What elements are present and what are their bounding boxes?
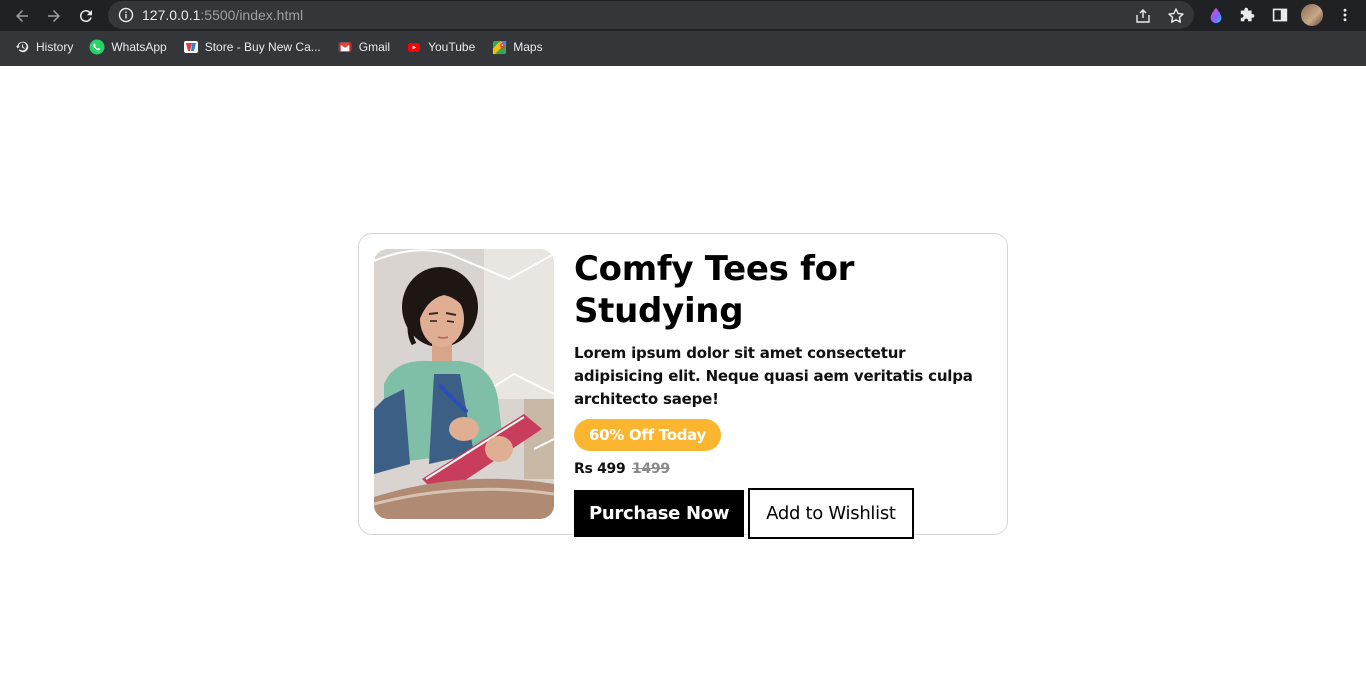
url-host: 127.0.0.1 [142, 7, 201, 23]
puzzle-icon [1240, 7, 1255, 22]
reload-button[interactable] [74, 4, 98, 28]
browser-chrome: 127.0.0.1:5500/index.html History WhatsA… [0, 0, 1366, 66]
bookmark-history[interactable]: History [0, 35, 81, 59]
history-icon [14, 39, 30, 55]
youtube-icon [406, 39, 422, 55]
address-bar[interactable]: 127.0.0.1:5500/index.html [108, 1, 1194, 29]
star-icon[interactable] [1167, 7, 1185, 25]
extension-drop-button[interactable] [1206, 5, 1226, 25]
bookmark-label: YouTube [428, 40, 476, 54]
side-panel-icon [1272, 8, 1288, 22]
browser-toolbar: 127.0.0.1:5500/index.html [0, 0, 1366, 31]
menu-button[interactable] [1335, 5, 1355, 25]
extensions-button[interactable] [1238, 5, 1258, 25]
bookmark-gmail[interactable]: Gmail [329, 35, 398, 59]
studying-woman-illustration [374, 249, 554, 519]
back-button[interactable] [10, 4, 34, 28]
bookmark-youtube[interactable]: YouTube [398, 35, 483, 59]
discount-badge: 60% Off Today [574, 419, 721, 451]
bookmark-label: Gmail [358, 40, 391, 54]
product-details: Comfy Tees for Studying Lorem ipsum dolo… [574, 248, 999, 539]
bookmark-label: Maps [513, 40, 543, 54]
reload-icon [79, 10, 92, 23]
store-icon [183, 39, 199, 55]
side-panel-button[interactable] [1270, 5, 1290, 25]
product-card: Comfy Tees for Studying Lorem ipsum dolo… [358, 233, 1008, 539]
original-price: 1499 [632, 461, 670, 477]
bookmark-whatsapp[interactable]: WhatsApp [81, 35, 174, 59]
share-icon[interactable] [1134, 7, 1152, 25]
product-description: Lorem ipsum dolor sit amet consectetur a… [574, 344, 973, 408]
product-image [374, 249, 554, 519]
url-path: :5500/index.html [200, 7, 304, 23]
bookmark-store[interactable]: Store - Buy New Ca... [175, 35, 329, 59]
current-price: Rs 499 [574, 461, 626, 477]
bookmark-label: Store - Buy New Ca... [204, 40, 321, 54]
add-to-wishlist-button[interactable]: Add to Wishlist [748, 488, 914, 539]
price-row: Rs 499 1499 [574, 461, 999, 477]
color-drop-icon [1210, 7, 1222, 24]
gmail-icon [337, 39, 353, 55]
url-text[interactable]: 127.0.0.1:5500/index.html [142, 7, 303, 23]
maps-icon [491, 39, 507, 55]
bookmark-label: History [36, 40, 74, 54]
product-title: Comfy Tees for Studying [574, 249, 855, 331]
info-icon[interactable] [118, 7, 134, 23]
whatsapp-icon [89, 39, 105, 55]
arrow-right-icon [48, 10, 60, 22]
arrow-left-icon [16, 10, 28, 22]
bookmarks-bar: History WhatsApp Store - Buy New Ca... G… [0, 35, 551, 59]
profile-avatar[interactable] [1301, 4, 1323, 26]
kebab-menu-icon [1343, 8, 1347, 22]
bookmark-maps[interactable]: Maps [483, 35, 550, 59]
bookmark-label: WhatsApp [111, 40, 167, 54]
card-actions: Purchase Now Add to Wishlist [574, 488, 999, 539]
forward-button[interactable] [42, 4, 66, 28]
purchase-now-button[interactable]: Purchase Now [574, 490, 745, 537]
